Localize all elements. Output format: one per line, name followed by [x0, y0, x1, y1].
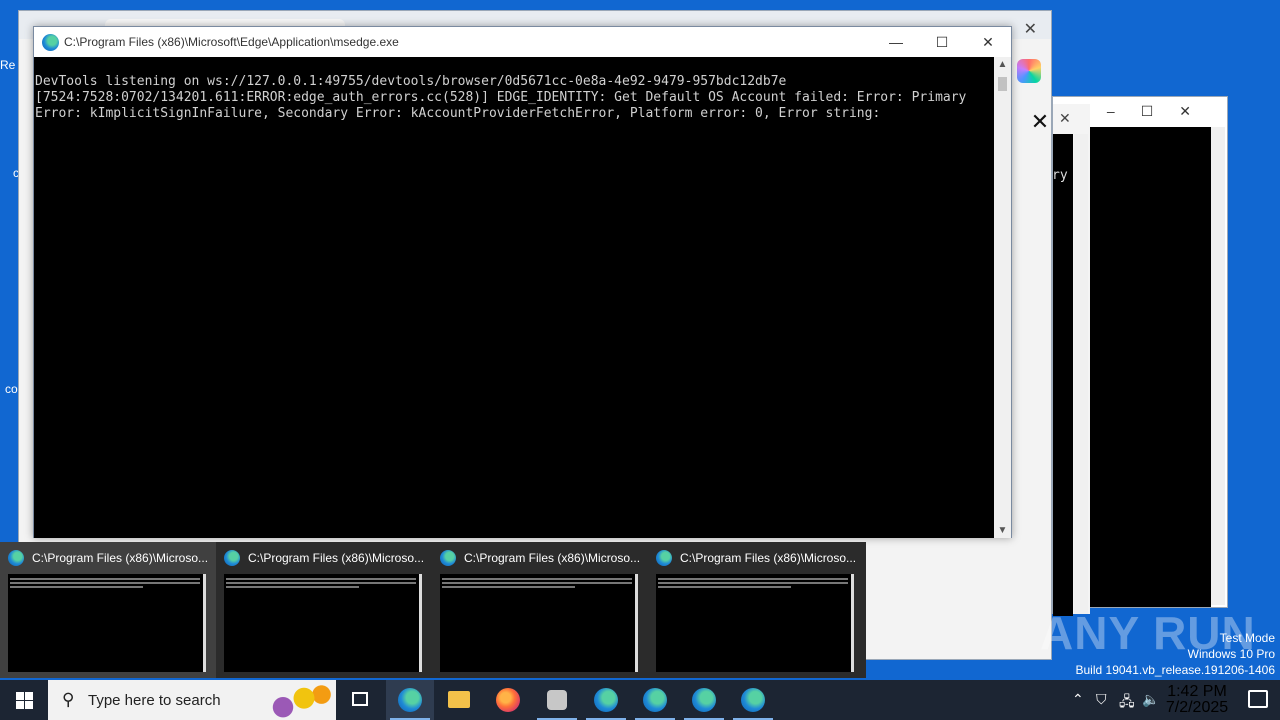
edge-icon — [692, 688, 716, 712]
edge-icon — [42, 34, 59, 51]
console-window[interactable]: C:\Program Files (x86)\Microsoft\Edge\Ap… — [33, 26, 1012, 538]
window-controls[interactable]: –☐✕ — [1107, 103, 1217, 120]
scroll-down-icon[interactable]: ▼ — [994, 525, 1011, 536]
close-icon[interactable]: ✕ — [1024, 19, 1037, 39]
scroll-up-icon[interactable]: ▲ — [994, 59, 1011, 70]
taskbar: ⚲ Type here to search ⌃ ⛉ 🖧 🔈 1:42 PM 7/… — [0, 680, 1280, 720]
edge-icon — [741, 688, 765, 712]
file-explorer-button[interactable] — [435, 680, 483, 720]
windows-edition: Windows 10 Pro — [1187, 647, 1275, 661]
edge-taskbar-button[interactable] — [386, 680, 434, 720]
scroll-thumb[interactable] — [998, 77, 1007, 91]
console-text-fragment: ry — [1052, 168, 1068, 183]
app-icon — [547, 690, 567, 710]
chevron-up-icon[interactable]: ⌃ — [1072, 691, 1084, 708]
build-string: Build 19041.vb_release.191206-1406 — [1075, 663, 1276, 677]
window-thumbnail[interactable]: C:\Program Files (x86)\Microso... — [0, 542, 216, 678]
console-body — [1053, 134, 1073, 616]
console-line: Error: kImplicitSignInFailure, Secondary… — [35, 106, 881, 121]
taskbar-thumbnail-popup: C:\Program Files (x86)\Microso... C:\Pro… — [0, 542, 866, 678]
thumbnail-title: C:\Program Files (x86)\Microso... — [32, 551, 209, 565]
edge-icon — [398, 688, 422, 712]
console-line: [7524:7528:0702/134201.611:ERROR:edge_au… — [35, 90, 967, 105]
scrollbar[interactable] — [1074, 134, 1088, 614]
taskview-button[interactable] — [336, 680, 384, 720]
maximize-button[interactable]: ☐ — [919, 27, 965, 57]
test-mode-label: Test Mode — [1219, 631, 1275, 645]
title-bar[interactable]: C:\Program Files (x86)\Microsoft\Edge\Ap… — [34, 27, 1011, 57]
thumbnail-preview — [440, 574, 638, 672]
network-icon[interactable]: 🖧 — [1119, 691, 1135, 715]
search-highlight-image — [262, 682, 332, 718]
app-button[interactable] — [533, 680, 581, 720]
edge-taskbar-button[interactable] — [631, 680, 679, 720]
close-button[interactable]: ✕ — [965, 27, 1011, 57]
search-icon: ⚲ — [62, 690, 75, 709]
thumbnail-preview — [224, 574, 422, 672]
window-thumbnail[interactable]: C:\Program Files (x86)\Microso... — [648, 542, 864, 678]
edge-icon — [224, 550, 240, 566]
clock[interactable]: 1:42 PM 7/2/2025 — [1162, 684, 1232, 716]
file-explorer-icon — [448, 691, 470, 708]
windows-logo-icon — [16, 692, 24, 700]
edge-taskbar-button[interactable] — [680, 680, 728, 720]
console-output: DevTools listening on ws://127.0.0.1:497… — [34, 57, 995, 538]
search-placeholder: Type here to search — [88, 692, 221, 709]
desktop-icon-label: Re — [0, 58, 16, 72]
taskview-icon — [352, 692, 368, 706]
close-icon[interactable]: ✕ — [1059, 110, 1071, 127]
firefox-button[interactable] — [484, 680, 532, 720]
window-thumbnail[interactable]: C:\Program Files (x86)\Microso... — [432, 542, 648, 678]
close-icon[interactable]: ✕ — [1025, 107, 1055, 137]
window-title: C:\Program Files (x86)\Microsoft\Edge\Ap… — [64, 35, 399, 49]
edge-icon — [594, 688, 618, 712]
console-line: DevTools listening on ws://127.0.0.1:497… — [35, 74, 787, 89]
minimize-button[interactable]: — — [873, 27, 919, 57]
edge-taskbar-button[interactable] — [729, 680, 777, 720]
edge-icon — [643, 688, 667, 712]
search-box[interactable]: ⚲ Type here to search — [48, 680, 336, 720]
security-icon[interactable]: ⛉ — [1096, 691, 1107, 708]
thumbnail-preview — [656, 574, 854, 672]
scrollbar[interactable] — [1211, 127, 1225, 605]
console-body — [1089, 127, 1211, 607]
copilot-icon[interactable] — [1017, 59, 1041, 83]
edge-icon — [656, 550, 672, 566]
thumbnail-title: C:\Program Files (x86)\Microso... — [464, 551, 641, 565]
clock-date: 7/2/2025 — [1165, 699, 1229, 716]
start-button[interactable] — [0, 680, 48, 720]
thumbnail-preview — [8, 574, 206, 672]
edge-icon — [440, 550, 456, 566]
thumbnail-title: C:\Program Files (x86)\Microso... — [680, 551, 857, 565]
vertical-scrollbar[interactable]: ▲ ▼ — [994, 57, 1011, 538]
thumbnail-title: C:\Program Files (x86)\Microso... — [248, 551, 425, 565]
volume-icon[interactable]: 🔈 — [1142, 691, 1159, 708]
notification-icon[interactable] — [1248, 690, 1268, 708]
firefox-icon — [496, 688, 520, 712]
window-thumbnail[interactable]: C:\Program Files (x86)\Microso... — [216, 542, 432, 678]
test-mode-watermark: Test Mode Windows 10 Pro Build 19041.vb_… — [1076, 630, 1276, 678]
edge-icon — [8, 550, 24, 566]
edge-taskbar-button[interactable] — [582, 680, 630, 720]
clock-time: 1:42 PM — [1167, 683, 1227, 700]
